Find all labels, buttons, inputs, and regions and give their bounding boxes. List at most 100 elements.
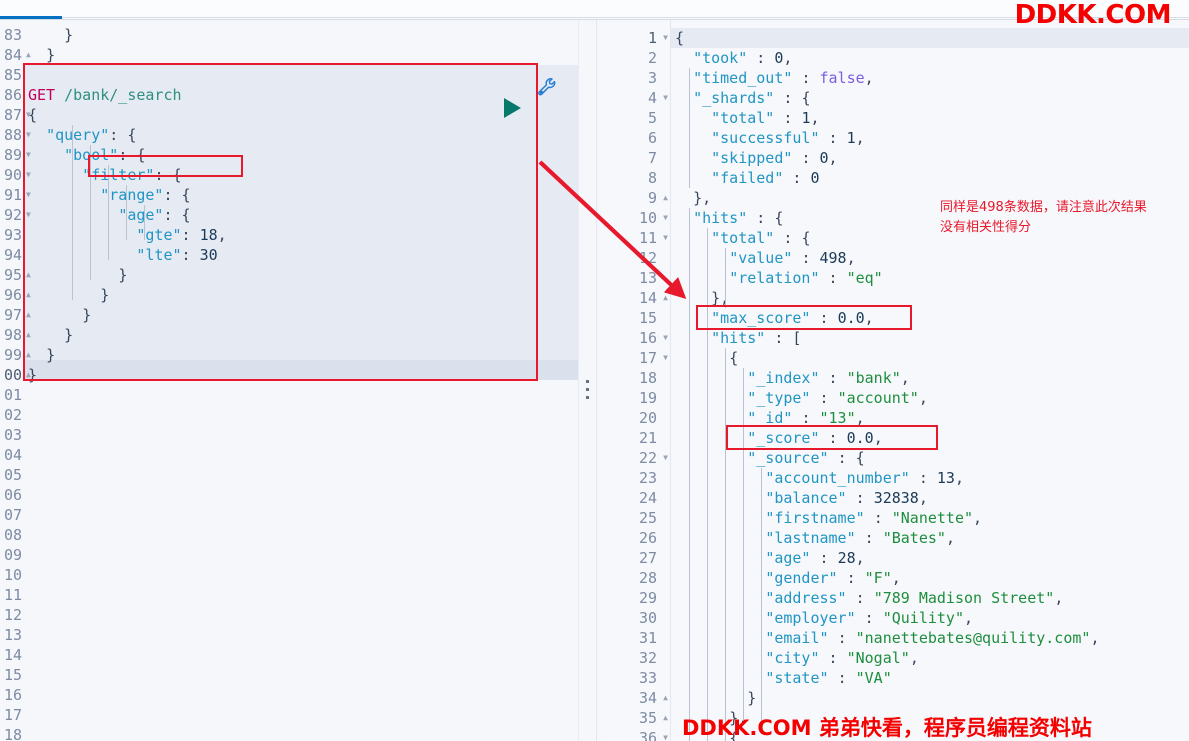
line-number: 32 — [638, 649, 657, 667]
code-line: } — [46, 46, 56, 64]
chevron-up-icon[interactable]: ▲ — [663, 188, 668, 208]
line-number: 97 — [3, 306, 22, 324]
console-window: 83 84 85 86 87 88 89 90 91 92 93 94 95 96 97 98 99 00 01 02… — [0, 0, 1189, 741]
handle-dot — [586, 380, 589, 383]
line-number: 10 — [638, 209, 657, 227]
request-method-line: GET /bank/_search — [28, 85, 182, 105]
line-number: 16 — [3, 686, 22, 704]
line-number: 16 — [638, 329, 657, 347]
line-number: 18 — [3, 726, 22, 741]
line-number: 92 — [3, 206, 22, 224]
line-number: 1 — [647, 29, 657, 47]
code-line: { — [28, 106, 38, 124]
code-line: "lte": 30 — [136, 246, 218, 264]
indent-guide — [689, 68, 690, 188]
line-number: 4 — [647, 89, 657, 107]
code-line: } — [64, 326, 74, 344]
wrench-icon[interactable] — [536, 76, 558, 98]
chevron-down-icon[interactable]: ▼ — [663, 208, 668, 228]
pane-resize-handle[interactable] — [586, 380, 592, 404]
chevron-down-icon[interactable]: ▼ — [663, 728, 668, 741]
line-number: 11 — [638, 229, 657, 247]
line-number: 34 — [638, 689, 657, 707]
chevron-down-icon[interactable]: ▼ — [663, 348, 668, 368]
indent-guide — [743, 368, 744, 721]
chevron-down-icon[interactable]: ▼ — [663, 328, 668, 348]
request-line-number-gutter: 83 84 85 86 87 88 89 90 91 92 93 94 95 96 97 98 99 00 01 02… — [0, 20, 24, 741]
chevron-down-icon[interactable]: ▼ — [663, 88, 668, 108]
code-line: "email" : "nanettebates@quility.com", — [765, 629, 1100, 647]
code-line: } — [118, 266, 128, 284]
line-number: 24 — [638, 489, 657, 507]
line-number: 17 — [3, 706, 22, 724]
line-number: 8 — [647, 169, 657, 187]
code-line: } — [82, 306, 92, 324]
line-number: 14 — [3, 646, 22, 664]
code-line: "bool": { — [64, 146, 146, 164]
line-number: 17 — [638, 349, 657, 367]
line-number: 6 — [647, 129, 657, 147]
line-number: 90 — [3, 166, 22, 184]
tab-strip — [0, 0, 1189, 20]
line-number: 10 — [3, 566, 22, 584]
line-number: 98 — [3, 326, 22, 344]
line-number: 01 — [3, 386, 22, 404]
code-line: "address" : "789 Madison Street", — [765, 589, 1064, 607]
active-tab-indicator[interactable] — [0, 16, 62, 19]
request-path: /bank/_search — [64, 86, 182, 104]
line-number: 09 — [3, 546, 22, 564]
line-number: 33 — [638, 669, 657, 687]
code-line: "failed" : 0 — [711, 169, 820, 187]
line-number: 91 — [3, 186, 22, 204]
request-editor-pane[interactable]: 83 84 85 86 87 88 89 90 91 92 93 94 95 96 97 98 99 00 01 02… — [0, 20, 578, 741]
watermark-bottom: DDKK.COM 弟弟快看，程序员编程资料站 — [682, 716, 1092, 740]
code-line: "skipped" : 0, — [711, 149, 838, 167]
indent-guide — [144, 205, 145, 240]
line-number: 86 — [3, 86, 22, 104]
line-number: 99 — [3, 346, 22, 364]
response-viewer-pane[interactable]: 1 ▼ 2 3 4 ▼ 5 6 7 8 9 ▲ 10 ▼ 11 ▼ 12 13 14 ▲ 15 16 ▼ 17 ▼ 18 19 20 2… — [601, 20, 1189, 741]
line-number: 12 — [638, 249, 657, 267]
line-number: 87 — [3, 106, 22, 124]
line-number: 7 — [647, 149, 657, 167]
annotation-note: 同样是498条数据，请注意此次结果 没有相关性得分 — [940, 198, 1180, 238]
send-request-play-icon[interactable] — [504, 98, 521, 118]
line-number: 26 — [638, 529, 657, 547]
code-line: "total" : 1, — [711, 109, 820, 127]
line-number: 88 — [3, 126, 22, 144]
code-line: "successful" : 1, — [711, 129, 865, 147]
line-number: 08 — [3, 526, 22, 544]
line-number: 2 — [647, 49, 657, 67]
line-number: 23 — [638, 469, 657, 487]
chevron-up-icon[interactable]: ▲ — [663, 688, 668, 708]
line-number: 85 — [3, 66, 22, 84]
code-line: "value" : 498, — [729, 249, 856, 267]
indent-guide — [126, 185, 127, 240]
code-line: } — [100, 286, 110, 304]
line-number: 29 — [638, 589, 657, 607]
indent-guide — [725, 248, 726, 308]
code-line: "gte": 18, — [136, 226, 227, 244]
line-number: 36 — [638, 729, 657, 741]
response-current-line-highlight — [601, 28, 1189, 48]
code-line: "city" : "Nogal", — [765, 649, 919, 667]
line-number: 02 — [3, 406, 22, 424]
code-line: "balance" : 32838, — [765, 489, 928, 507]
indent-guide — [72, 125, 73, 300]
chevron-up-icon[interactable]: ▲ — [663, 288, 668, 308]
line-number: 21 — [638, 429, 657, 447]
handle-dot — [586, 396, 589, 399]
chevron-up-icon[interactable]: ▲ — [663, 708, 668, 728]
chevron-down-icon[interactable]: ▼ — [663, 228, 668, 248]
line-number: 13 — [638, 269, 657, 287]
line-number: 06 — [3, 486, 22, 504]
code-line: "age": { — [118, 206, 191, 224]
line-number: 95 — [3, 266, 22, 284]
code-line: "_index" : "bank", — [747, 369, 910, 387]
code-line: } — [28, 366, 38, 384]
chevron-down-icon[interactable]: ▼ — [663, 448, 668, 468]
line-number: 14 — [638, 289, 657, 307]
line-number: 05 — [3, 466, 22, 484]
line-number: 5 — [647, 109, 657, 127]
chevron-down-icon[interactable]: ▼ — [663, 28, 668, 48]
